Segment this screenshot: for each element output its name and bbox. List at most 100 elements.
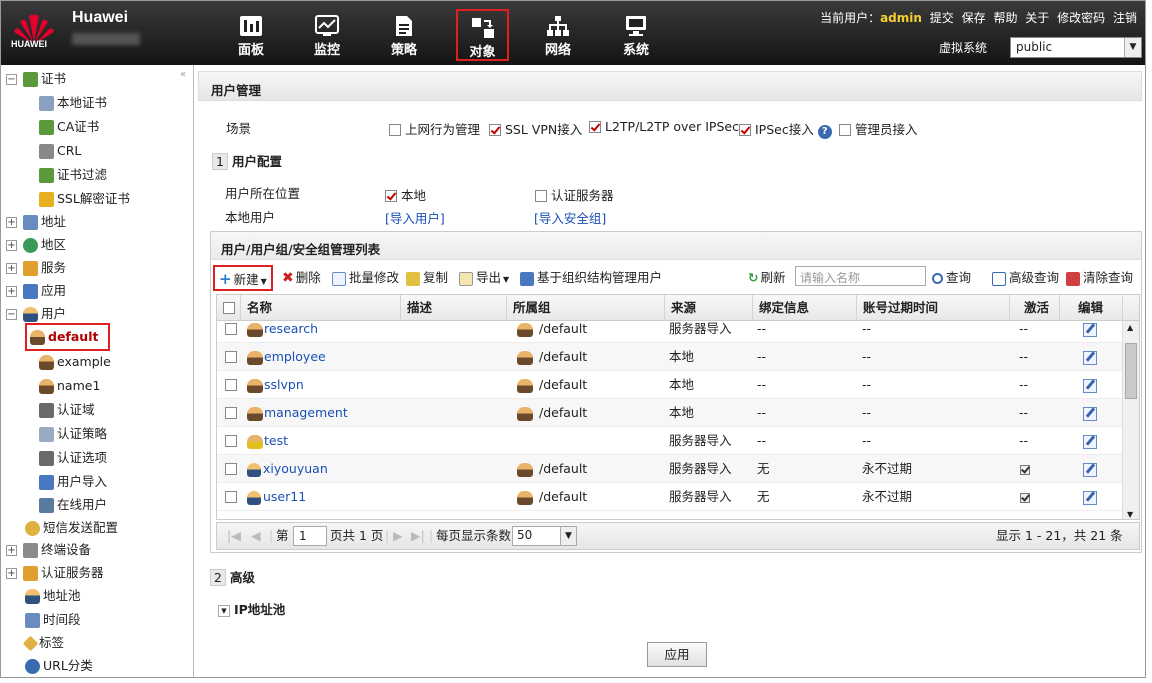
col-desc[interactable]: 描述 [401, 295, 507, 321]
select-all-checkbox[interactable] [223, 301, 235, 314]
export-button[interactable]: 导出 ▼ [459, 268, 509, 288]
row-name[interactable]: research [247, 321, 318, 342]
checkbox[interactable] [535, 189, 547, 202]
table-scrollbar[interactable]: ▲ ▼ [1122, 321, 1139, 519]
tree-item-sms-config[interactable]: 短信发送配置 [25, 517, 118, 539]
row-edit[interactable] [1083, 455, 1097, 483]
row-name[interactable]: sslvpn [247, 371, 304, 399]
about-link[interactable]: 关于 [1025, 11, 1049, 25]
expand-arrow-icon[interactable]: ▼ [218, 604, 230, 617]
edit-icon[interactable] [1083, 350, 1097, 365]
copy-button[interactable]: 复制 [406, 268, 448, 288]
search-button[interactable]: 查询 [932, 268, 971, 288]
row-name[interactable]: user11 [247, 483, 306, 511]
tree-item-user[interactable]: − 用户 [6, 303, 66, 325]
search-input[interactable]: 请输入名称 [795, 266, 926, 286]
tree-item-online-users[interactable]: 在线用户 [39, 494, 107, 516]
row-name[interactable]: xiyouyuan [247, 455, 328, 483]
scene-ipsec[interactable]: IPSec接入 ? [739, 119, 832, 139]
table-row[interactable]: user11 /default 服务器导入 无 永不过期 [217, 483, 1123, 511]
row-checkbox[interactable] [225, 343, 241, 371]
checkbox-checked[interactable] [589, 120, 601, 133]
collapse-toggle-icon[interactable]: − [6, 309, 17, 320]
scroll-down-icon[interactable]: ▼ [1127, 510, 1133, 519]
nav-object[interactable]: 对象 [456, 9, 509, 61]
tree-item-default-selected[interactable]: default [25, 323, 111, 351]
tree-item-region[interactable]: + 地区 [6, 234, 66, 256]
tree-item-user-import[interactable]: 用户导入 [39, 471, 107, 493]
col-name[interactable]: 名称 [241, 295, 401, 321]
tree-item-cert-filter[interactable]: 证书过滤 [39, 164, 107, 186]
location-local[interactable]: 本地 [385, 185, 426, 204]
delete-button[interactable]: ✖ 删除 [282, 268, 321, 288]
logout-link[interactable]: 注销 [1113, 11, 1137, 25]
vsys-select[interactable]: public ▼ [1010, 37, 1142, 58]
scroll-thumb[interactable] [1125, 343, 1137, 399]
table-row[interactable]: employee /default 本地 -- -- -- [217, 343, 1123, 371]
table-row[interactable]: sslvpn /default 本地 -- -- -- [217, 371, 1123, 399]
row-edit[interactable] [1083, 321, 1097, 342]
checkbox[interactable] [225, 434, 237, 447]
nav-dashboard[interactable]: 面板 [225, 9, 277, 61]
apply-button[interactable]: 应用 [647, 642, 707, 667]
tree-item-auth-server[interactable]: + 认证服务器 [6, 562, 104, 584]
col-active[interactable]: 激活 [1010, 295, 1060, 321]
import-groups-link[interactable]: [导入安全组] [534, 208, 606, 227]
scene-admin[interactable]: 管理员接入 [839, 119, 918, 138]
tree-item-crl[interactable]: CRL [39, 140, 81, 162]
save-link[interactable]: 保存 [962, 11, 986, 25]
row-checkbox[interactable] [225, 455, 241, 483]
nav-system[interactable]: 系统 [610, 9, 662, 61]
tree-item-ca-cert[interactable]: CA证书 [39, 116, 99, 138]
clear-search-button[interactable]: 清除查询 [1066, 268, 1133, 288]
checkbox[interactable] [839, 123, 851, 136]
col-binding[interactable]: 绑定信息 [753, 295, 857, 321]
row-name[interactable]: employee [247, 343, 326, 371]
edit-icon[interactable] [1083, 378, 1097, 393]
checkbox[interactable] [225, 322, 237, 335]
nav-network[interactable]: 网络 [532, 9, 584, 61]
row-edit[interactable] [1083, 483, 1097, 511]
checkbox[interactable] [389, 123, 401, 136]
col-source[interactable]: 来源 [665, 295, 753, 321]
col-group[interactable]: 所属组 [507, 295, 665, 321]
edit-icon[interactable] [1083, 462, 1097, 477]
tree-item-name1[interactable]: name1 [39, 375, 100, 397]
tree-item-certificates[interactable]: − 证书 [6, 68, 66, 90]
nav-policy[interactable]: 策略 [378, 9, 430, 61]
col-expire[interactable]: 账号过期时间 [857, 295, 1010, 321]
expand-icon[interactable]: + [6, 217, 17, 228]
table-row[interactable]: research /default 服务器导入 -- -- -- [217, 321, 1123, 343]
row-name[interactable]: management [247, 399, 348, 427]
edit-icon[interactable] [1083, 322, 1097, 337]
checkbox[interactable] [225, 490, 237, 503]
expand-icon[interactable]: + [6, 286, 17, 297]
row-edit[interactable] [1083, 371, 1097, 399]
row-edit[interactable] [1083, 427, 1097, 455]
checkbox-checked[interactable] [489, 123, 501, 136]
next-page-icon[interactable]: ▶ [393, 523, 403, 549]
row-name[interactable]: test [247, 427, 288, 455]
table-row[interactable]: xiyouyuan /default 服务器导入 无 永不过期 [217, 455, 1123, 483]
org-manage-button[interactable]: 基于组织结构管理用户 [520, 268, 662, 288]
batch-edit-button[interactable]: 批量修改 [332, 268, 399, 288]
row-edit[interactable] [1083, 399, 1097, 427]
collapse-icon[interactable]: « [180, 69, 186, 80]
tree-item-example[interactable]: example [39, 351, 111, 373]
help-icon[interactable]: ? [817, 125, 832, 139]
tree-item-application[interactable]: + 应用 [6, 280, 66, 302]
row-checkbox[interactable] [225, 399, 241, 427]
row-checkbox[interactable] [225, 371, 241, 399]
tree-item-auth-options[interactable]: 认证选项 [39, 447, 107, 469]
table-row[interactable]: test 服务器导入 -- -- -- [217, 427, 1123, 455]
scene-ssl-vpn[interactable]: SSL VPN接入 [489, 119, 582, 138]
tree-item-address[interactable]: + 地址 [6, 211, 66, 233]
import-users-link[interactable]: [导入用户] [385, 208, 445, 227]
col-edit[interactable]: 编辑 [1060, 295, 1123, 321]
tree-item-terminal-device[interactable]: + 终端设备 [6, 539, 91, 561]
row-checkbox[interactable] [225, 321, 241, 342]
per-page-select[interactable]: 50 ▼ [512, 526, 577, 546]
page-number-input[interactable]: 1 [293, 526, 327, 546]
edit-icon[interactable] [1083, 406, 1097, 421]
tree-item-auth-domain[interactable]: 认证域 [39, 399, 95, 421]
